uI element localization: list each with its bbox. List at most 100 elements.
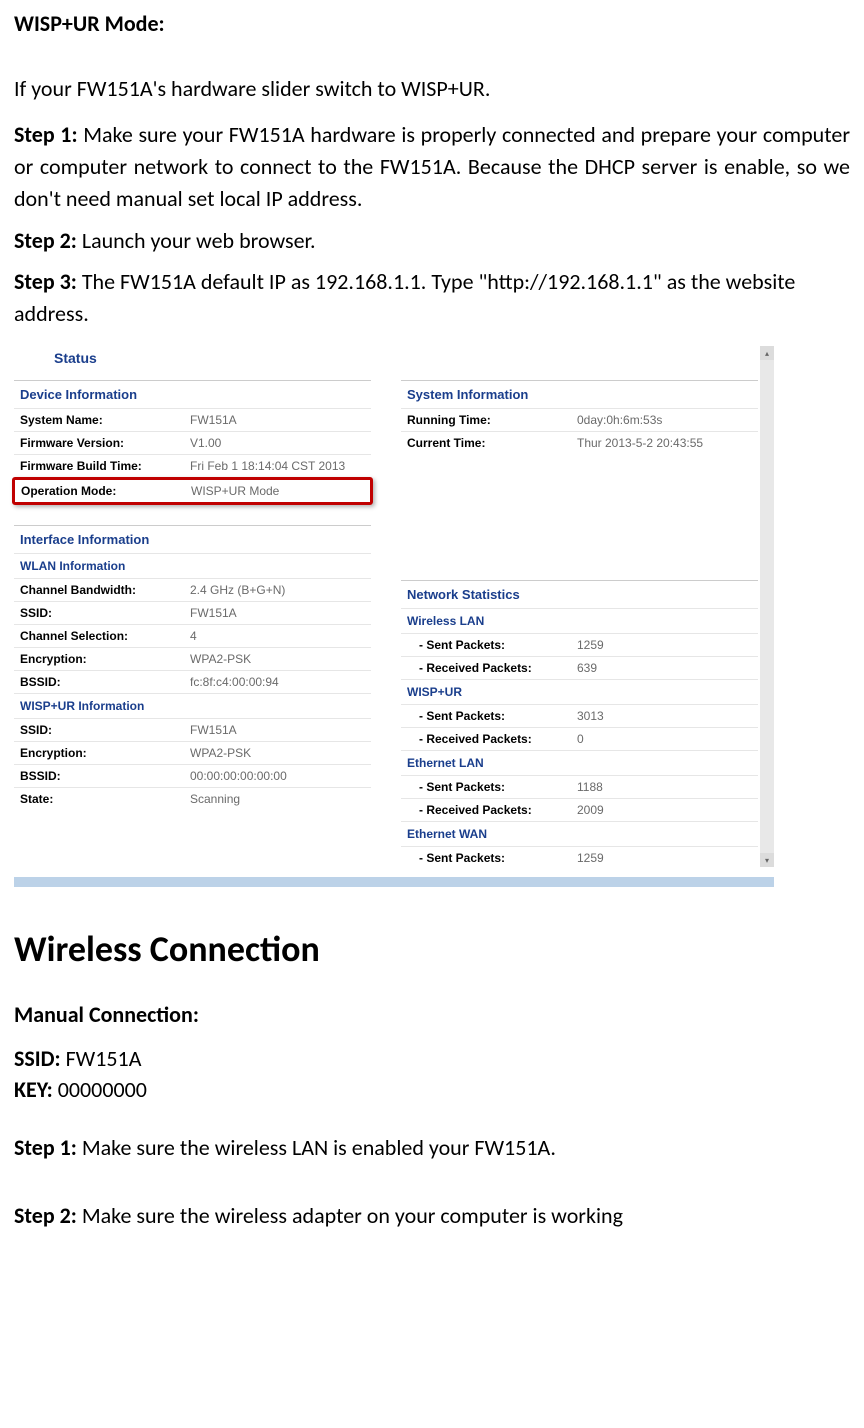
table-row: - Received Packets:0 xyxy=(401,727,758,750)
step1-text: Make sure your FW151A hardware is proper… xyxy=(14,121,850,212)
row-label: - Sent Packets: xyxy=(407,851,577,865)
key-value: 00000000 xyxy=(58,1076,147,1103)
row-label: - Received Packets: xyxy=(407,803,577,817)
manual-connection-heading: Manual Connection: xyxy=(14,1001,850,1028)
row-label: Channel Bandwidth: xyxy=(20,583,190,597)
row-value: 1259 xyxy=(577,638,752,652)
row-value: 1188 xyxy=(577,780,752,794)
ssid-value: FW151A xyxy=(66,1045,142,1072)
row-value: 4 xyxy=(190,629,365,643)
row-label: - Sent Packets: xyxy=(407,638,577,652)
step3-label: Step 3: xyxy=(14,268,77,295)
wstep2-label: Step 2: xyxy=(14,1202,77,1229)
step3-text: The FW151A default IP as 192.168.1.1. Ty… xyxy=(14,268,795,327)
row-value: fc:8f:c4:00:00:94 xyxy=(190,675,365,689)
row-label: System Name: xyxy=(20,413,190,427)
table-row: Channel Selection:4 xyxy=(14,624,371,647)
wstep2-text: Make sure the wireless adapter on your c… xyxy=(77,1202,623,1229)
table-row: Running Time:0day:0h:6m:53s xyxy=(401,408,758,431)
stats-group-header: Wireless LAN xyxy=(401,608,758,633)
row-value: 0day:0h:6m:53s xyxy=(577,413,752,427)
wstep1-label: Step 1: xyxy=(14,1134,77,1161)
table-row: - Received Packets:639 xyxy=(401,656,758,679)
row-value: FW151A xyxy=(190,723,365,737)
row-value: FW151A xyxy=(190,606,365,620)
left-column: Device Information System Name: FW151A F… xyxy=(14,380,371,877)
key-line: KEY: 00000000 xyxy=(14,1075,850,1106)
wstep1-text: Make sure the wireless LAN is enabled yo… xyxy=(77,1134,556,1161)
table-row: BSSID:00:00:00:00:00:00 xyxy=(14,764,371,787)
row-value: 639 xyxy=(577,661,752,675)
mode-heading: WISP+UR Mode: xyxy=(14,10,850,37)
step1-label: Step 1: xyxy=(14,121,78,148)
scroll-down-icon[interactable]: ▾ xyxy=(760,853,774,867)
ssid-line: SSID: FW151A xyxy=(14,1044,850,1075)
right-column: System Information Running Time:0day:0h:… xyxy=(401,380,774,877)
table-row: State:Scanning xyxy=(14,787,371,810)
row-label: - Received Packets: xyxy=(407,732,577,746)
step-3: Step 3: The FW151A default IP as 192.168… xyxy=(14,266,850,330)
ssid-label: SSID: xyxy=(14,1045,66,1072)
interface-info-header: Interface Information xyxy=(14,526,371,553)
row-value: WISP+UR Mode xyxy=(191,484,364,498)
row-label: BSSID: xyxy=(20,769,190,783)
vertical-scrollbar[interactable]: ▴ ▾ xyxy=(760,346,774,867)
row-label: Encryption: xyxy=(20,746,190,760)
stats-group-header: Ethernet WAN xyxy=(401,821,758,846)
step2-text: Launch your web browser. xyxy=(77,227,316,254)
table-row: Firmware Build Time: Fri Feb 1 18:14:04 … xyxy=(14,454,371,477)
row-label: Firmware Build Time: xyxy=(20,459,190,473)
device-info-box: Device Information System Name: FW151A F… xyxy=(14,380,371,505)
wisp-ur-info-header: WISP+UR Information xyxy=(14,693,371,718)
intro-text: If your FW151A's hardware slider switch … xyxy=(14,73,850,105)
table-row: Current Time:Thur 2013-5-2 20:43:55 xyxy=(401,431,758,454)
row-value: 3013 xyxy=(577,709,752,723)
step-1: Step 1: Make sure your FW151A hardware i… xyxy=(14,119,850,215)
step2-label: Step 2: xyxy=(14,227,77,254)
row-label: BSSID: xyxy=(20,675,190,689)
wlan-info-header: WLAN Information xyxy=(14,553,371,578)
table-row: - Sent Packets:1188 xyxy=(401,775,758,798)
row-value: Fri Feb 1 18:14:04 CST 2013 xyxy=(190,459,365,473)
network-stats-box: Network Statistics Wireless LAN - Sent P… xyxy=(401,580,758,869)
row-value: WPA2-PSK xyxy=(190,746,365,760)
interface-info-box: Interface Information WLAN Information C… xyxy=(14,525,371,810)
operation-mode-row-highlighted: Operation Mode: WISP+UR Mode xyxy=(12,477,373,505)
row-value: V1.00 xyxy=(190,436,365,450)
row-value: 2009 xyxy=(577,803,752,817)
table-row: SSID:FW151A xyxy=(14,601,371,624)
device-info-header: Device Information xyxy=(14,381,371,408)
row-label: Operation Mode: xyxy=(21,484,191,498)
row-label: Firmware Version: xyxy=(20,436,190,450)
stats-group-header: Ethernet LAN xyxy=(401,750,758,775)
row-value: Thur 2013-5-2 20:43:55 xyxy=(577,436,752,450)
key-label: KEY: xyxy=(14,1076,58,1103)
network-stats-header: Network Statistics xyxy=(401,581,758,608)
row-label: SSID: xyxy=(20,606,190,620)
wstep-1: Step 1: Make sure the wireless LAN is en… xyxy=(14,1132,850,1164)
table-row: BSSID:fc:8f:c4:00:00:94 xyxy=(14,670,371,693)
table-row: Channel Bandwidth:2.4 GHz (B+G+N) xyxy=(14,578,371,601)
step-2: Step 2: Launch your web browser. xyxy=(14,225,850,257)
table-row: - Sent Packets:1259 xyxy=(401,846,758,869)
table-row: System Name: FW151A xyxy=(14,408,371,431)
row-value: WPA2-PSK xyxy=(190,652,365,666)
table-row: Encryption:WPA2-PSK xyxy=(14,647,371,670)
table-row: - Received Packets:2009 xyxy=(401,798,758,821)
row-label: - Sent Packets: xyxy=(407,709,577,723)
table-row: - Sent Packets:1259 xyxy=(401,633,758,656)
scroll-up-icon[interactable]: ▴ xyxy=(760,346,774,360)
status-title: Status xyxy=(14,346,774,380)
wstep-2: Step 2: Make sure the wireless adapter o… xyxy=(14,1200,850,1232)
table-row: Encryption:WPA2-PSK xyxy=(14,741,371,764)
row-label: SSID: xyxy=(20,723,190,737)
row-label: Running Time: xyxy=(407,413,577,427)
row-label: - Received Packets: xyxy=(407,661,577,675)
row-value: 1259 xyxy=(577,851,752,865)
row-value: 00:00:00:00:00:00 xyxy=(190,769,365,783)
stats-group-header: WISP+UR xyxy=(401,679,758,704)
table-row: Firmware Version: V1.00 xyxy=(14,431,371,454)
row-value: 0 xyxy=(577,732,752,746)
status-screenshot: ▴ ▾ Status Device Information System Nam… xyxy=(14,346,774,887)
row-label: State: xyxy=(20,792,190,806)
